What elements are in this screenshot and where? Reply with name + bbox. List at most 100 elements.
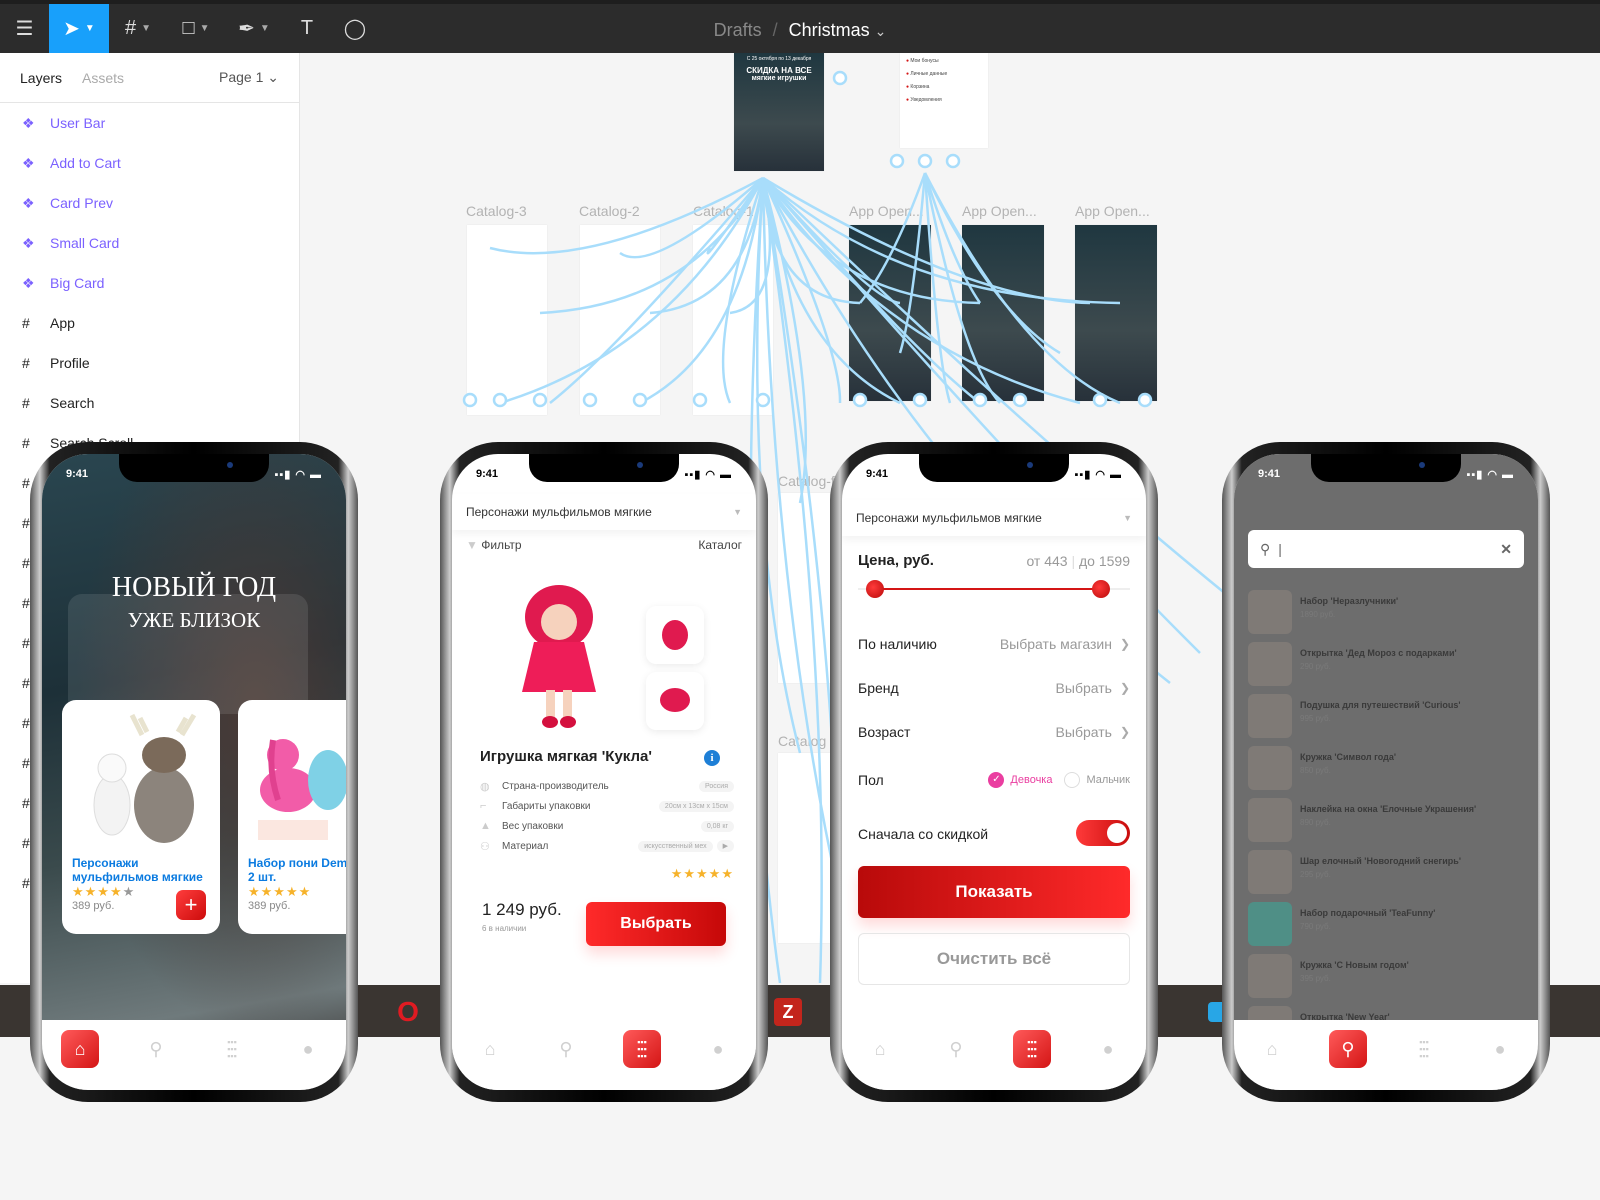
product-thumbnail[interactable] [646,606,704,664]
chevron-down-icon[interactable]: ⌄ [875,23,887,39]
layer-search[interactable]: # Search [0,383,299,423]
grid-icon: ▪▪▪ ▪▪▪ ▪▪▪ [637,1036,647,1061]
tab-search[interactable]: ⚲ [1329,1030,1367,1068]
price-from: от 443 [1026,552,1068,569]
filter-button[interactable]: ▼ Фильтр [466,538,522,552]
info-icon[interactable]: i [704,750,720,766]
slider-max-handle[interactable] [1092,580,1110,598]
search-icon: ⚲ [149,1038,163,1059]
layer-profile[interactable]: # Profile [0,343,299,383]
layer-big-card[interactable]: ❖ Big Card [0,263,299,303]
tab-profile[interactable]: ● [699,1030,737,1068]
home-icon: ⌂ [874,1038,886,1059]
tab-assets[interactable]: Assets [82,70,124,86]
category-dropdown[interactable]: Персонажи мульфильмов мягкие ▼ [842,500,1146,536]
figma-toolbar: ☰ ➤ ▼ # ▼ □ ▼ ✒ ▼ T ◯ Drafts / Christmas ⌄ [0,0,1600,53]
result-thumbnail [1248,694,1292,738]
discount-label: Сначала со скидкой [858,826,989,842]
result-thumbnail [1248,798,1292,842]
tab-catalog[interactable]: ▪▪▪ ▪▪▪ ▪▪▪ [213,1030,251,1068]
status-time: 9:41 [1258,468,1281,480]
search-result-item[interactable]: Кружка 'С Новым годом' 395 руб. [1248,954,1528,1000]
tab-home[interactable]: ⌂ [861,1030,899,1068]
tab-layers[interactable]: Layers [20,70,62,86]
layer-small-card[interactable]: ❖ Small Card [0,223,299,263]
tab-profile[interactable]: ● [289,1030,327,1068]
hero-title-line1: НОВЫЙ ГОД [111,572,277,603]
search-result-item[interactable]: Подушка для путешествий 'Curious' 995 руб… [1248,694,1528,740]
search-result-item[interactable]: Кружка 'Символ года' 850 руб. [1248,746,1528,792]
catalog-link[interactable]: Каталог [698,538,742,552]
category-dropdown[interactable]: Персонажи мульфильмов мягкие ▼ [452,494,756,530]
search-result-item[interactable]: Шар елочный 'Новогодний снегирь' 295 руб. [1248,850,1528,896]
gender-boy-radio[interactable]: Мальчик [1064,772,1130,788]
tab-home[interactable]: ⌂ [1253,1030,1291,1068]
search-result-item[interactable]: Наклейка на окна 'Елочные Украшения' 890 … [1248,798,1528,844]
product-card[interactable]: Персонажи мульфильмов мягкие ★★★★★ 389 р… [62,700,220,934]
pony-toy-image [258,739,346,840]
layer-label: Search [50,395,95,411]
status-time: 9:41 [476,468,499,480]
price-range-slider[interactable] [858,580,1130,598]
product-title[interactable]: Персонажи мульфильмов мягкие [72,856,210,884]
product-thumbnail[interactable] [646,672,704,730]
file-name[interactable]: Christmas [789,20,870,40]
layer-add-to-cart[interactable]: ❖ Add to Cart [0,143,299,183]
layer-app[interactable]: # App [0,303,299,343]
layer-label: App [50,315,75,331]
tab-home[interactable]: ⌂ [471,1030,509,1068]
discount-toggle[interactable] [1076,820,1130,846]
breadcrumb: Drafts / Christmas ⌄ [0,20,1600,41]
layer-user-bar[interactable]: ❖ User Bar [0,103,299,143]
breadcrumb-parent[interactable]: Drafts [714,20,762,40]
globe-icon: ◍ [480,780,490,793]
layer-card-prev[interactable]: ❖ Card Prev [0,183,299,223]
product-image [72,710,210,848]
search-result-item[interactable]: Набор 'Неразлучники' 1890 руб. [1248,590,1528,636]
show-results-button[interactable]: Показать [858,866,1130,918]
tab-catalog[interactable]: ▪▪▪ ▪▪▪ ▪▪▪ [1405,1030,1443,1068]
clear-all-button[interactable]: Очистить всё [858,933,1130,985]
search-icon: ⚲ [949,1038,963,1059]
product-card[interactable]: Набор пони Demi Star 2 шт. ★★★★★ 389 руб… [238,700,346,934]
component-icon: ❖ [22,274,35,291]
result-thumbnail [1248,902,1292,946]
tab-search[interactable]: ⚲ [547,1030,585,1068]
connection-node [972,392,988,408]
category-label: Персонажи мульфильмов мягкие [466,505,652,519]
component-icon: ❖ [22,154,35,171]
add-to-cart-button[interactable]: + [176,890,206,920]
tab-home[interactable]: ⌂ [61,1030,99,1068]
search-result-item[interactable]: Открытка 'Дед Мороз с подарками' 290 руб. [1248,642,1528,688]
tab-search[interactable]: ⚲ [137,1030,175,1068]
component-icon: ❖ [22,234,35,251]
frame-icon: # [22,435,30,451]
clear-search-icon[interactable]: ✕ [1500,541,1512,558]
tab-profile[interactable]: ● [1089,1030,1127,1068]
tab-search[interactable]: ⚲ [937,1030,975,1068]
slider-min-handle[interactable] [866,580,884,598]
availability-row[interactable]: По наличию Выбрать магазин ❯ [858,636,1130,652]
select-button[interactable]: Выбрать [586,902,726,946]
stock-count: 6 в наличии [482,924,527,933]
hero-title-line2: УЖЕ БЛИЗОК [127,608,261,632]
filezilla-icon[interactable]: Z [774,998,802,1026]
phone-filter-screen: 9:41 ▪▪▮ ◠ ▬ Персонажи мульфильмов мягкие… [830,442,1158,1102]
phone-product-screen: 9:41 ▪▪▮ ◠ ▬ Персонажи мульфильмов мягкие… [440,442,768,1102]
search-input[interactable]: ⚲ | ✕ [1248,530,1524,568]
age-row[interactable]: Возраст Выбрать ❯ [858,724,1130,740]
brand-row[interactable]: Бренд Выбрать ❯ [858,680,1130,696]
page-selector[interactable]: Page 1 ⌄ [219,69,279,86]
profile-icon: ● [302,1038,314,1059]
gender-girl-radio[interactable]: ✓ Девочка [988,772,1052,788]
connection-node [832,70,848,86]
tab-profile[interactable]: ● [1481,1030,1519,1068]
opera-icon[interactable]: O [394,996,422,1027]
tab-catalog[interactable]: ▪▪▪ ▪▪▪ ▪▪▪ [1013,1030,1051,1068]
search-result-item[interactable]: Набор подарочный 'TeaFunny' 790 руб. [1248,902,1528,948]
layer-label: Small Card [50,235,120,251]
expand-arrow-icon[interactable]: ▶ [716,840,734,852]
filter-icon: ▼ [466,538,478,552]
tab-catalog[interactable]: ▪▪▪ ▪▪▪ ▪▪▪ [623,1030,661,1068]
product-title[interactable]: Набор пони Demi Star 2 шт. [248,856,346,884]
